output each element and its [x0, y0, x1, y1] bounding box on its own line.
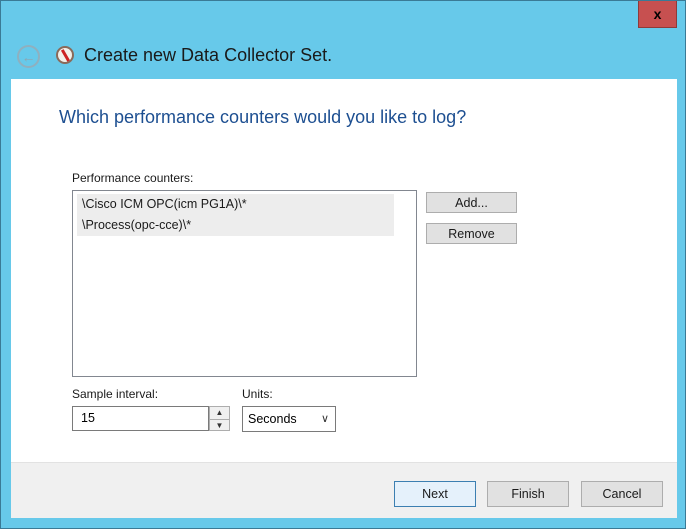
chevron-down-icon[interactable]: ▼ — [210, 418, 229, 431]
add-button[interactable]: Add... — [426, 192, 517, 213]
list-item[interactable]: \Cisco ICM OPC(icm PG1A)\* — [77, 194, 394, 215]
counters-list[interactable]: \Cisco ICM OPC(icm PG1A)\* \Process(opc-… — [72, 190, 417, 377]
sample-interval-stepper[interactable]: ▲ ▼ — [209, 406, 230, 431]
units-value: Seconds — [248, 412, 297, 426]
footer — [11, 462, 677, 518]
wizard-window: x ← Create new Data Collector Set. Which… — [0, 0, 686, 529]
sample-interval-label: Sample interval: — [72, 387, 159, 401]
close-button[interactable]: x — [638, 1, 677, 28]
next-button[interactable]: Next — [394, 481, 476, 507]
units-label: Units: — [242, 387, 273, 401]
list-item[interactable]: \Process(opc-cce)\* — [77, 215, 394, 236]
counters-label: Performance counters: — [72, 171, 194, 185]
back-button[interactable]: ← — [17, 45, 40, 68]
sample-interval-input[interactable]: 15 — [72, 406, 209, 431]
close-icon: x — [653, 6, 662, 22]
window-title: Create new Data Collector Set. — [84, 45, 333, 65]
finish-button[interactable]: Finish — [487, 481, 569, 507]
chevron-down-icon: ∨ — [320, 413, 329, 425]
performance-monitor-icon — [56, 46, 74, 64]
units-select[interactable]: Seconds ∨ — [242, 406, 336, 432]
back-arrow-icon: ← — [21, 48, 36, 65]
remove-button[interactable]: Remove — [426, 223, 517, 244]
page-heading: Which performance counters would you lik… — [59, 107, 467, 127]
chevron-up-icon[interactable]: ▲ — [210, 407, 229, 419]
cancel-button[interactable]: Cancel — [581, 481, 663, 507]
